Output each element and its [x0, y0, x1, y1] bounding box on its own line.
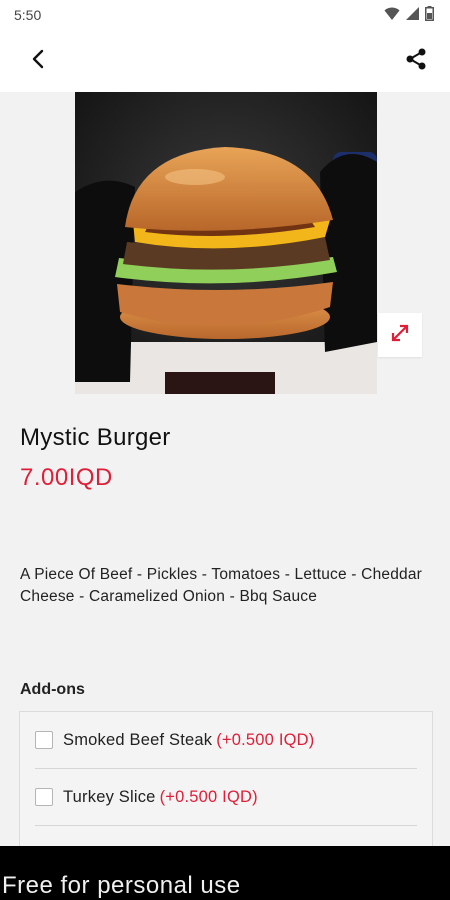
addon-name: Turkey Slice [63, 787, 156, 806]
addon-checkbox[interactable] [35, 731, 53, 749]
addons-heading: Add-ons [20, 681, 85, 698]
product-price: 7.00IQD [20, 464, 113, 491]
status-bar: 5:50 [0, 0, 450, 30]
cellular-signal-icon [406, 7, 419, 23]
addon-checkbox[interactable] [35, 788, 53, 806]
share-icon [405, 47, 427, 76]
addon-price: (+0.500 IQD) [159, 787, 258, 806]
product-image[interactable] [75, 92, 377, 394]
expand-image-button[interactable] [378, 313, 422, 357]
addon-item-turkey-slice[interactable]: Turkey Slice (+0.500 IQD) [35, 769, 417, 826]
share-button[interactable] [402, 47, 430, 75]
back-button[interactable] [24, 47, 52, 75]
product-description: A Piece Of Beef - Pickles - Tomatoes - L… [20, 566, 423, 605]
watermark-text: Free for personal use [2, 872, 241, 899]
status-time: 5:50 [14, 7, 42, 23]
app-bar [0, 30, 450, 92]
wifi-icon [384, 7, 400, 24]
burger-photo [75, 92, 377, 394]
addon-item-smoked-beef-steak[interactable]: Smoked Beef Steak (+0.500 IQD) [35, 712, 417, 769]
product-title: Mystic Burger [20, 424, 171, 451]
status-icons [384, 6, 434, 24]
addon-name: Smoked Beef Steak [63, 730, 213, 749]
expand-icon [389, 322, 411, 349]
back-arrow-icon [31, 49, 45, 74]
addon-price: (+0.500 IQD) [216, 730, 315, 749]
battery-icon [425, 6, 434, 24]
product-detail: Mystic Burger 7.00IQD A Piece Of Beef - … [0, 92, 450, 846]
addons-list: Smoked Beef Steak (+0.500 IQD) Turkey Sl… [19, 711, 433, 846]
